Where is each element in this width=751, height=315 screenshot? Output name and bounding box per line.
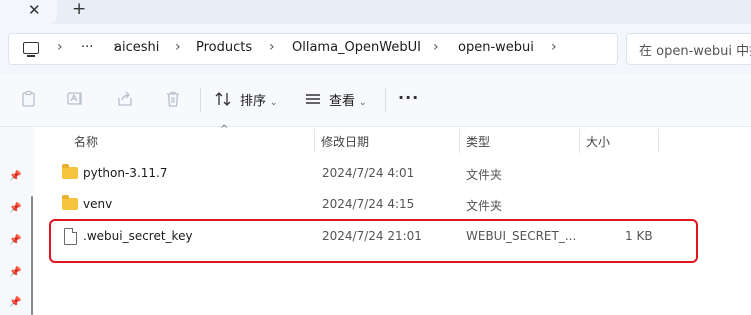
paste-icon[interactable] [20,90,38,108]
sort-button[interactable]: 排序 ⌄ [240,90,278,109]
file-type: 文件夹 [466,168,503,182]
breadcrumb-item-aiceshi[interactable]: aiceshi [114,40,159,55]
toolbar-divider [385,88,386,112]
breadcrumb-item-ollama-openwebui[interactable]: Ollama_OpenWebUI [292,40,421,55]
rename-icon[interactable] [66,90,84,108]
file-modified: 2024/7/24 4:15 [322,197,415,211]
delete-icon[interactable] [164,90,182,108]
share-icon[interactable] [116,90,134,108]
folder-icon [62,195,78,210]
address-bar[interactable]: › ··· › aiceshi › Products › Ollama_Open… [8,33,618,65]
sort-ascending-icon: ^ [220,124,229,135]
breadcrumb-overflow[interactable]: ··· [81,40,93,55]
pin-icon[interactable]: 📌 [9,267,21,278]
new-tab-button[interactable]: + [72,0,86,19]
search-input[interactable]: 在 open-webui 中搜索 [626,33,751,65]
folder-icon [62,164,78,179]
chevron-right-icon[interactable]: › [433,39,439,55]
breadcrumb-item-open-webui[interactable]: open-webui [458,40,534,55]
chevron-right-icon[interactable]: › [175,39,181,55]
chevron-right-icon[interactable]: › [269,39,275,55]
pin-icon[interactable]: 📌 [9,297,21,308]
view-button[interactable]: 查看 ⌄ [329,90,367,109]
file-modified: 2024/7/24 4:01 [322,166,415,180]
toolbar-divider [200,88,201,112]
column-header-type[interactable]: 类型 [466,133,490,150]
navigation-bar: › ··· › aiceshi › Products › Ollama_Open… [0,24,751,74]
column-divider[interactable] [314,129,315,153]
chevron-right-icon[interactable]: › [57,39,63,55]
column-header-row: ^ 名称 修改日期 类型 大小 [34,124,751,154]
column-divider[interactable] [658,129,659,153]
column-header-modified[interactable]: 修改日期 [321,133,369,150]
pin-icon[interactable]: 📌 [9,171,21,182]
breadcrumb-item-products[interactable]: Products [196,40,252,55]
column-divider[interactable] [579,129,580,153]
sort-icon[interactable] [214,90,232,108]
column-divider[interactable] [459,129,460,153]
file-row[interactable]: python-3.11.7 2024/7/24 4:01 文件夹 [52,159,702,189]
file-type: 文件夹 [466,199,503,213]
more-options-button[interactable]: ··· [398,88,419,107]
chevron-down-icon: ⌄ [270,98,278,108]
navigation-pane: 📌 📌 📌 📌 📌 [0,127,34,315]
navigation-pane-scrollbar[interactable] [31,196,33,315]
file-name: python-3.11.7 [83,166,168,180]
chevron-down-icon: ⌄ [359,98,367,108]
chevron-right-icon[interactable]: › [551,39,557,55]
search-placeholder: 在 open-webui 中搜索 [639,44,751,59]
this-pc-icon[interactable] [23,42,39,57]
view-icon[interactable] [304,90,322,108]
file-row[interactable]: venv 2024/7/24 4:15 文件夹 [52,190,702,220]
column-header-name[interactable]: 名称 [74,133,98,150]
tab-active[interactable]: ✕ [0,0,57,24]
tab-strip: ✕ + [0,0,751,24]
highlight-box [49,219,698,263]
view-label: 查看 [329,94,356,109]
pin-icon[interactable]: 📌 [9,235,21,246]
sort-label: 排序 [240,94,267,109]
command-bar: 排序 ⌄ 查看 ⌄ ··· [0,74,751,127]
pin-icon[interactable]: 📌 [9,203,21,214]
column-header-size[interactable]: 大小 [586,133,610,150]
file-name: venv [83,197,113,211]
close-icon[interactable]: ✕ [28,1,41,19]
